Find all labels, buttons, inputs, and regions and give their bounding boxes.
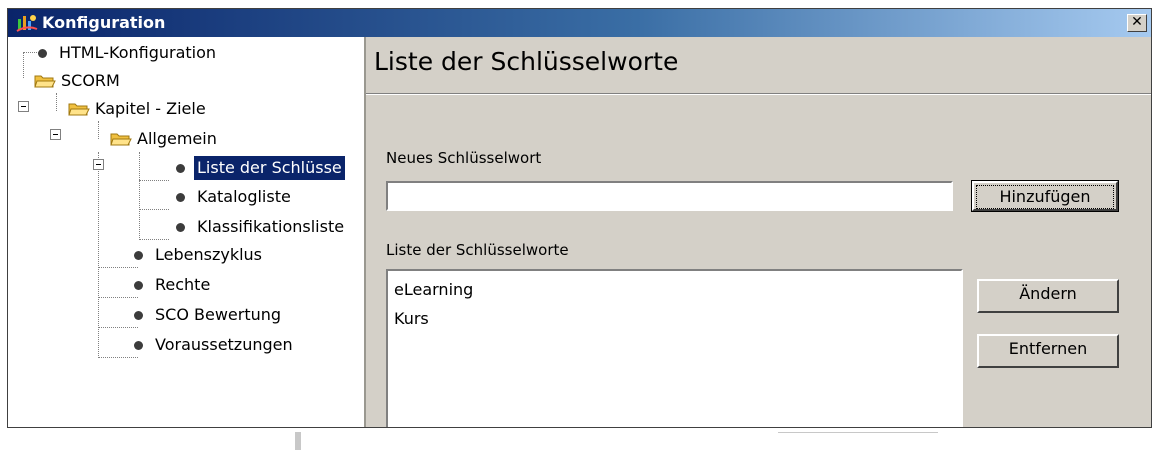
title-bar[interactable]: Konfiguration ✕	[8, 9, 1151, 37]
tree-item-label: Liste der Schlüsse	[194, 156, 345, 180]
add-keyword-button-label: Hinzufügen	[976, 185, 1114, 209]
konfiguration-window: Konfiguration ✕ HTML-Konfiguration SCORM…	[7, 8, 1152, 428]
tree-item-katalogliste[interactable]: Katalogliste	[170, 183, 294, 211]
tree-item-kapitel-ziele[interactable]: Kapitel - Ziele	[68, 95, 209, 123]
tree-item-label: HTML-Konfiguration	[59, 43, 217, 62]
tree-item-rechte[interactable]: Rechte	[128, 271, 213, 299]
config-tree: HTML-Konfiguration SCORM Kapitel - Ziele	[8, 37, 366, 427]
tree-connector	[139, 239, 169, 240]
tree-item-label: Katalogliste	[197, 187, 291, 206]
bullet-icon	[176, 223, 185, 232]
open-folder-icon	[110, 133, 132, 146]
list-item[interactable]: Kurs	[394, 304, 955, 333]
open-folder-icon	[68, 103, 90, 116]
tree-item-label: Lebenszyklus	[155, 245, 263, 264]
page-title: Liste der Schlüsselworte	[374, 47, 679, 76]
add-keyword-button[interactable]: Hinzufügen	[971, 180, 1119, 212]
new-keyword-input[interactable]	[386, 181, 953, 211]
konfiguration-app-icon	[16, 15, 38, 32]
bullet-icon	[38, 49, 47, 58]
tree-connector	[56, 93, 57, 111]
tree-item-scorm[interactable]: SCORM	[34, 67, 123, 95]
tree-connector	[139, 152, 140, 240]
collapse-toggle-icon[interactable]	[18, 101, 29, 112]
remove-keyword-button[interactable]: Entfernen	[977, 334, 1119, 368]
bullet-icon	[134, 251, 143, 260]
tree-item-html-konfiguration[interactable]: HTML-Konfiguration	[32, 39, 219, 67]
bullet-icon	[134, 341, 143, 350]
tree-connector	[98, 121, 99, 139]
tree-item-sco-bewertung[interactable]: SCO Bewertung	[128, 301, 284, 329]
edit-keyword-button[interactable]: Ändern	[977, 279, 1119, 313]
header-divider	[366, 93, 1151, 95]
tree-item-label: Rechte	[155, 275, 211, 294]
bullet-icon	[176, 193, 185, 202]
bullet-icon	[176, 164, 185, 173]
close-button[interactable]: ✕	[1127, 14, 1147, 32]
collapse-toggle-icon[interactable]	[93, 159, 104, 170]
tree-item-label: Klassifikationsliste	[197, 217, 345, 236]
open-folder-icon	[34, 75, 56, 88]
bullet-icon	[134, 281, 143, 290]
collapse-toggle-icon[interactable]	[50, 129, 61, 140]
new-keyword-label: Neues Schlüsselwort	[386, 149, 542, 167]
tree-item-voraussetzungen[interactable]: Voraussetzungen	[128, 331, 296, 359]
close-icon: ✕	[1131, 14, 1143, 30]
tree-item-label: SCO Bewertung	[155, 305, 282, 324]
tree-item-lebenszyklus[interactable]: Lebenszyklus	[128, 241, 265, 269]
window-title: Konfiguration	[42, 13, 166, 32]
tree-connector	[139, 209, 169, 210]
tree-item-label: Kapitel - Ziele	[95, 99, 206, 118]
tree-item-allgemein[interactable]: Allgemein	[110, 125, 220, 153]
tree-connector	[98, 152, 99, 356]
tree-item-klassifikationsliste[interactable]: Klassifikationsliste	[170, 213, 347, 241]
tree-item-label: SCORM	[61, 71, 120, 90]
clipped-remnant	[778, 432, 938, 451]
tree-item-label: Allgemein	[137, 129, 217, 148]
keyword-list[interactable]: eLearning Kurs	[386, 269, 963, 427]
keywords-panel: Liste der Schlüsselworte Neues Schlüssel…	[366, 37, 1151, 427]
clipped-remnant	[295, 432, 301, 450]
remove-keyword-button-label: Entfernen	[1008, 339, 1088, 358]
tree-connector	[139, 180, 169, 181]
bullet-icon	[134, 311, 143, 320]
keyword-list-label: Liste der Schlüsselworte	[386, 241, 569, 259]
edit-keyword-button-label: Ändern	[1019, 284, 1077, 303]
tree-item-label: Voraussetzungen	[155, 335, 293, 354]
list-item[interactable]: eLearning	[394, 275, 955, 304]
tree-connector	[23, 52, 24, 78]
tree-item-liste-der-schluesselworte[interactable]: Liste der Schlüsse	[170, 154, 345, 182]
